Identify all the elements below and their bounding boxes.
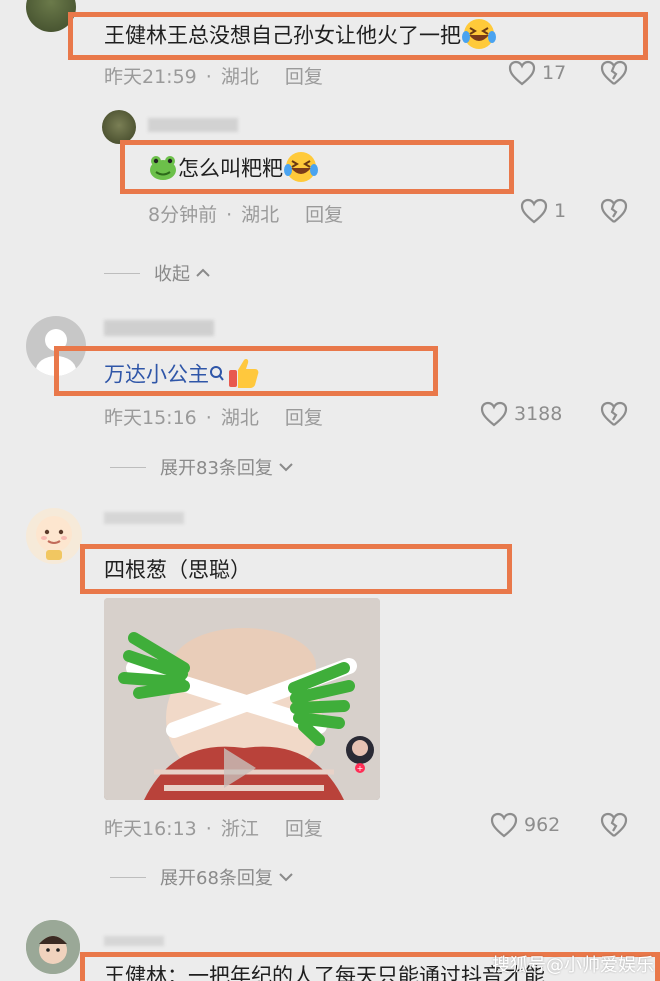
- comment-time: 昨天16:13: [104, 818, 197, 840]
- dislike-button[interactable]: [600, 198, 628, 228]
- divider: [104, 272, 140, 274]
- dislike-button[interactable]: [600, 60, 628, 90]
- like-button[interactable]: 3188: [480, 401, 562, 427]
- expand-replies-button[interactable]: 展开83条回复: [110, 454, 295, 480]
- comment-meta: 昨天21:59 · 湖北 回复: [104, 66, 323, 88]
- comment-text: 王健林：一把年纪的人了每天只能通过抖音才能: [104, 960, 545, 981]
- avatar[interactable]: [26, 508, 82, 564]
- comment-location: 湖北: [220, 407, 259, 429]
- expand-replies-button[interactable]: 展开68条回复: [110, 864, 295, 890]
- search-icon[interactable]: [209, 364, 225, 388]
- username-blurred: [148, 118, 238, 132]
- thumbs-up-emoji: [225, 356, 261, 395]
- avatar[interactable]: [102, 110, 136, 144]
- comment-text-content: 王健林王总没想自己孙女让他火了一把: [104, 23, 461, 48]
- comment-text-content: 四根葱（思聪）: [104, 558, 251, 582]
- collapse-label: 收起: [154, 264, 190, 285]
- chevron-up-icon: [196, 268, 210, 277]
- comment-location: 浙江: [220, 818, 259, 840]
- like-count: 3188: [514, 403, 563, 425]
- collapse-replies-button[interactable]: 收起: [104, 260, 212, 286]
- divider: [110, 466, 146, 468]
- watermark: 搜狐号@小帅爱娱乐: [492, 955, 654, 976]
- comment-meta: 8分钟前 · 湖北 回复: [148, 204, 344, 226]
- broken-heart-icon: [600, 60, 628, 85]
- reply-button[interactable]: 回复: [285, 66, 323, 88]
- comment-text: 万达小公主: [104, 356, 261, 395]
- comment-text: 怎么叫粑粑: [148, 150, 319, 189]
- broken-heart-icon: [600, 812, 628, 837]
- dislike-button[interactable]: [600, 812, 628, 842]
- reply-button[interactable]: 回复: [285, 407, 323, 429]
- username-blurred: [104, 936, 164, 946]
- divider: [110, 876, 146, 878]
- like-count: 1: [554, 200, 567, 222]
- chevron-down-icon: [279, 463, 293, 472]
- dislike-button[interactable]: [600, 401, 628, 431]
- expand-label: 展开83条回复: [160, 458, 273, 479]
- username-blurred: [104, 320, 214, 336]
- laughing-tears-emoji: [461, 17, 497, 56]
- heart-outline-icon: [520, 198, 548, 224]
- like-button[interactable]: 1: [520, 198, 566, 224]
- chevron-down-icon: [279, 873, 293, 882]
- like-button[interactable]: 17: [508, 60, 566, 86]
- like-button[interactable]: 962: [490, 812, 560, 838]
- reply-button[interactable]: 回复: [305, 204, 343, 226]
- comment-text-content: 怎么叫粑粑: [178, 156, 283, 181]
- comment-text: 王健林王总没想自己孙女让他火了一把: [104, 17, 497, 56]
- laughing-tears-emoji: [283, 150, 319, 189]
- comment-location: 湖北: [241, 204, 280, 226]
- svg-text:+: +: [357, 764, 364, 773]
- comment-image[interactable]: +: [104, 598, 380, 800]
- comment-location: 湖北: [220, 66, 259, 88]
- comment-text-content: 万达小公主: [104, 362, 209, 387]
- expand-label: 展开68条回复: [160, 868, 273, 889]
- broken-heart-icon: [600, 401, 628, 426]
- broken-heart-icon: [600, 198, 628, 223]
- comment-time: 8分钟前: [148, 204, 218, 226]
- reply-button[interactable]: 回复: [285, 818, 323, 840]
- heart-outline-icon: [508, 60, 536, 86]
- avatar[interactable]: [26, 920, 80, 974]
- comment-time: 昨天21:59: [104, 66, 197, 88]
- heart-outline-icon: [490, 812, 518, 838]
- frog-emoji: [148, 153, 178, 186]
- comment-text-content: 王健林：一把年纪的人了每天只能通过抖音才能: [104, 964, 545, 981]
- heart-outline-icon: [480, 401, 508, 427]
- like-count: 17: [542, 62, 567, 84]
- like-count: 962: [524, 814, 561, 836]
- username-blurred: [104, 512, 184, 524]
- comment-time: 昨天15:16: [104, 407, 197, 429]
- comment-meta: 昨天15:16 · 湖北 回复: [104, 407, 323, 429]
- comment-text: 四根葱（思聪）: [104, 554, 251, 584]
- comment-meta: 昨天16:13 · 浙江 回复: [104, 818, 323, 840]
